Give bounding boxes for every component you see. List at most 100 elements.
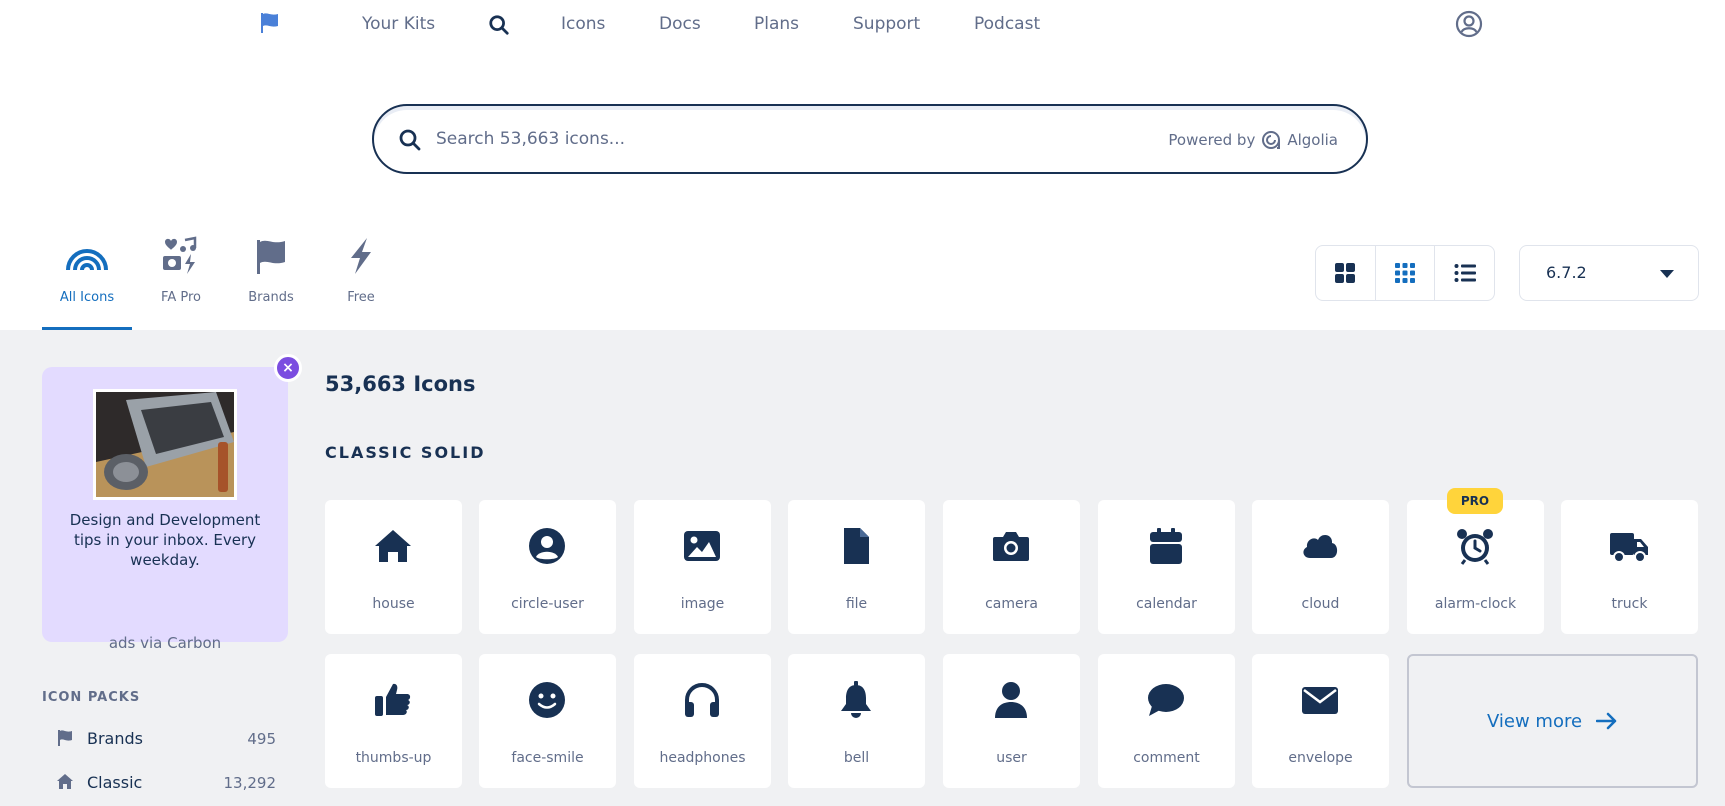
pack-item-classic[interactable]: Classic 13,292 bbox=[42, 771, 276, 795]
cloud-icon bbox=[1303, 534, 1338, 558]
icon-label: bell bbox=[843, 750, 870, 766]
pack-count: 495 bbox=[247, 730, 276, 748]
small-grid-icon bbox=[1395, 263, 1415, 283]
view-size-toggle bbox=[1315, 245, 1495, 301]
icon-label: file bbox=[845, 596, 868, 612]
icon-label: headphones bbox=[659, 750, 746, 766]
icon-label: house bbox=[372, 596, 415, 612]
icon-label: user bbox=[996, 750, 1027, 766]
icon-card-file[interactable]: file bbox=[788, 500, 925, 634]
icon-card-circle-user[interactable]: circle-user bbox=[479, 500, 616, 634]
icon-label: envelope bbox=[1288, 750, 1353, 766]
tab-free[interactable]: Free bbox=[316, 232, 406, 330]
nav-podcast[interactable]: Podcast bbox=[974, 14, 1040, 34]
icon-label: alarm-clock bbox=[1434, 596, 1517, 612]
icon-card-headphones[interactable]: headphones bbox=[634, 654, 771, 788]
user-icon bbox=[995, 682, 1027, 718]
small-grid-view-button[interactable] bbox=[1376, 246, 1436, 300]
icon-card-envelope[interactable]: envelope bbox=[1252, 654, 1389, 788]
list-view-button[interactable] bbox=[1435, 246, 1494, 300]
ad-image-laptop-headphones[interactable] bbox=[93, 389, 237, 500]
icon-label: circle-user bbox=[511, 596, 584, 612]
search-icon[interactable] bbox=[488, 14, 510, 36]
powered-by-label: Powered by bbox=[1168, 131, 1256, 149]
icon-card-comment[interactable]: comment bbox=[1098, 654, 1235, 788]
list-icon bbox=[1454, 264, 1476, 282]
caret-down-icon bbox=[1660, 270, 1674, 278]
truck-icon bbox=[1610, 533, 1648, 563]
carbon-ad[interactable]: Design and Development tips in your inbo… bbox=[42, 367, 288, 652]
icon-card-alarm-clock[interactable]: alarm-clock bbox=[1407, 500, 1544, 634]
tab-label: FA Pro bbox=[161, 290, 201, 305]
ad-via-carbon[interactable]: ads via Carbon bbox=[56, 634, 274, 652]
pack-item-brands[interactable]: Brands 495 bbox=[42, 727, 276, 751]
powered-by-algolia[interactable]: Powered by Algolia bbox=[1168, 130, 1338, 150]
image-icon bbox=[684, 531, 720, 561]
tab-all-icons[interactable]: All Icons bbox=[42, 232, 132, 330]
icons-collection-icon bbox=[163, 236, 197, 274]
icon-card-thumbs-up[interactable]: thumbs-up bbox=[325, 654, 462, 788]
user-account-icon[interactable] bbox=[1455, 10, 1483, 38]
icon-card-cloud[interactable]: cloud bbox=[1252, 500, 1389, 634]
nav-your-kits[interactable]: Your Kits bbox=[362, 14, 435, 34]
icon-card-image[interactable]: image bbox=[634, 500, 771, 634]
icon-card-face-smile[interactable]: face-smile bbox=[479, 654, 616, 788]
circle-user-icon bbox=[529, 528, 565, 564]
version-value: 6.7.2 bbox=[1546, 263, 1587, 282]
flag-icon bbox=[257, 240, 285, 274]
camera-icon bbox=[993, 532, 1029, 561]
large-grid-icon bbox=[1335, 263, 1356, 283]
nav-plans[interactable]: Plans bbox=[754, 14, 799, 34]
view-more-label: View more bbox=[1486, 710, 1583, 732]
icon-label: image bbox=[680, 596, 725, 612]
top-navigation: Your Kits Icons Docs Plans Support Podca… bbox=[0, 0, 1725, 50]
icon-packs-heading: ICON PACKS bbox=[42, 690, 141, 705]
large-grid-view-button[interactable] bbox=[1316, 246, 1376, 300]
arrow-right-icon bbox=[1596, 712, 1617, 730]
house-icon bbox=[57, 774, 73, 789]
bolt-icon bbox=[351, 238, 371, 274]
icon-search-bar[interactable]: Powered by Algolia bbox=[372, 104, 1368, 174]
results-count-title: 53,663 Icons bbox=[325, 372, 476, 396]
nav-docs[interactable]: Docs bbox=[659, 14, 701, 34]
view-more-button[interactable]: View more bbox=[1407, 654, 1698, 788]
font-awesome-flag-logo[interactable] bbox=[258, 11, 282, 35]
icon-card-user[interactable]: user bbox=[943, 654, 1080, 788]
flag-icon bbox=[58, 730, 72, 746]
rainbow-icon bbox=[66, 249, 108, 271]
icon-card-calendar[interactable]: calendar bbox=[1098, 500, 1235, 634]
face-smile-icon bbox=[529, 682, 565, 718]
pro-badge: PRO bbox=[1447, 488, 1503, 514]
ad-text[interactable]: Design and Development tips in your inbo… bbox=[56, 510, 274, 570]
bell-icon bbox=[841, 681, 871, 718]
file-icon bbox=[844, 528, 869, 564]
icon-card-bell[interactable]: bell bbox=[788, 654, 925, 788]
search-input[interactable] bbox=[436, 122, 1136, 156]
house-icon bbox=[375, 530, 411, 562]
icon-card-camera[interactable]: camera bbox=[943, 500, 1080, 634]
pack-name: Classic bbox=[87, 773, 143, 792]
pack-count: 13,292 bbox=[223, 774, 277, 792]
icon-label: comment bbox=[1133, 750, 1200, 766]
alarm-clock-icon bbox=[1457, 529, 1493, 565]
search-icon bbox=[399, 129, 421, 151]
tab-brands[interactable]: Brands bbox=[226, 232, 316, 330]
calendar-icon bbox=[1150, 528, 1182, 564]
icon-card-house[interactable]: house bbox=[325, 500, 462, 634]
section-title-classic-solid: CLASSIC SOLID bbox=[325, 443, 486, 462]
icon-card-truck[interactable]: truck bbox=[1561, 500, 1698, 634]
close-ad-button[interactable]: × bbox=[274, 354, 302, 382]
nav-support[interactable]: Support bbox=[853, 14, 920, 34]
algolia-label: Algolia bbox=[1287, 131, 1338, 149]
version-select[interactable]: 6.7.2 bbox=[1519, 245, 1699, 301]
envelope-icon bbox=[1302, 687, 1338, 714]
tab-label: Free bbox=[347, 290, 375, 305]
pack-name: Brands bbox=[87, 729, 143, 748]
comment-icon bbox=[1148, 684, 1184, 716]
nav-icons[interactable]: Icons bbox=[561, 14, 605, 34]
tab-label: Brands bbox=[248, 290, 294, 305]
tab-fa-pro[interactable]: FA Pro bbox=[136, 232, 226, 330]
icon-label: cloud bbox=[1301, 596, 1340, 612]
icon-label: calendar bbox=[1136, 596, 1197, 612]
tab-label: All Icons bbox=[59, 290, 115, 305]
